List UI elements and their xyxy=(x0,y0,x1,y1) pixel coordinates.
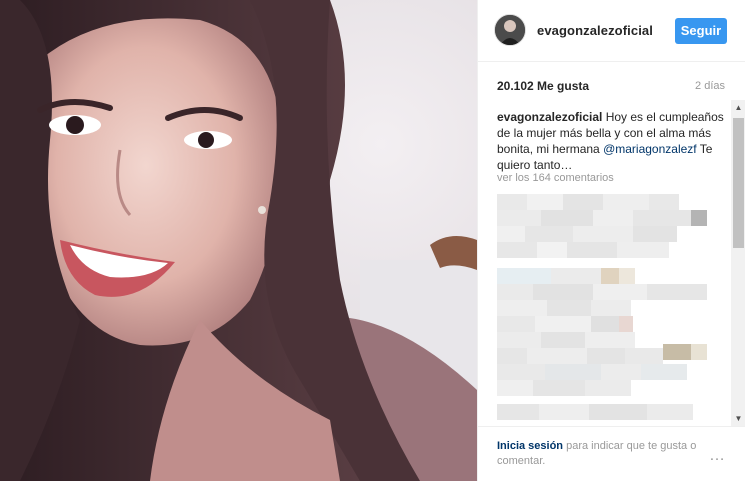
caption-mention[interactable]: @mariagonzalezf xyxy=(603,142,697,156)
pixelated-comments xyxy=(497,194,707,426)
post-caption: evagonzalezoficial Hoy es el cumpleaños … xyxy=(497,109,727,173)
selfie-image xyxy=(0,0,477,481)
scroll-up-arrow-icon[interactable]: ▲ xyxy=(731,100,745,115)
comments-scrollbar[interactable]: ▲ ▼ xyxy=(731,100,745,426)
more-options-icon[interactable]: … xyxy=(709,447,726,465)
scroll-down-arrow-icon[interactable]: ▼ xyxy=(731,411,745,426)
post-header: evagonzalezoficial Seguir xyxy=(478,0,745,62)
post-photo[interactable] xyxy=(0,0,477,481)
likes-count[interactable]: 20.102 Me gusta xyxy=(497,79,589,93)
avatar[interactable] xyxy=(494,14,526,46)
follow-button[interactable]: Seguir xyxy=(675,18,727,44)
comments-list[interactable]: evagonzalezoficial Hoy es el cumpleaños … xyxy=(478,100,745,426)
post-sidebar: evagonzalezoficial Seguir 20.102 Me gust… xyxy=(477,0,745,481)
login-link[interactable]: Inicia sesión xyxy=(497,440,563,452)
login-prompt: Inicia sesión para indicar que te gusta … xyxy=(497,439,702,469)
view-all-comments-link[interactable]: ver los 164 comentarios xyxy=(497,172,614,184)
post-footer: Inicia sesión para indicar que te gusta … xyxy=(478,426,745,481)
username-link[interactable]: evagonzalezoficial xyxy=(537,23,653,38)
caption-username[interactable]: evagonzalezoficial xyxy=(497,110,602,124)
post-timestamp[interactable]: 2 días xyxy=(695,80,725,92)
avatar-image xyxy=(495,15,525,45)
scrollbar-thumb[interactable] xyxy=(733,118,744,248)
